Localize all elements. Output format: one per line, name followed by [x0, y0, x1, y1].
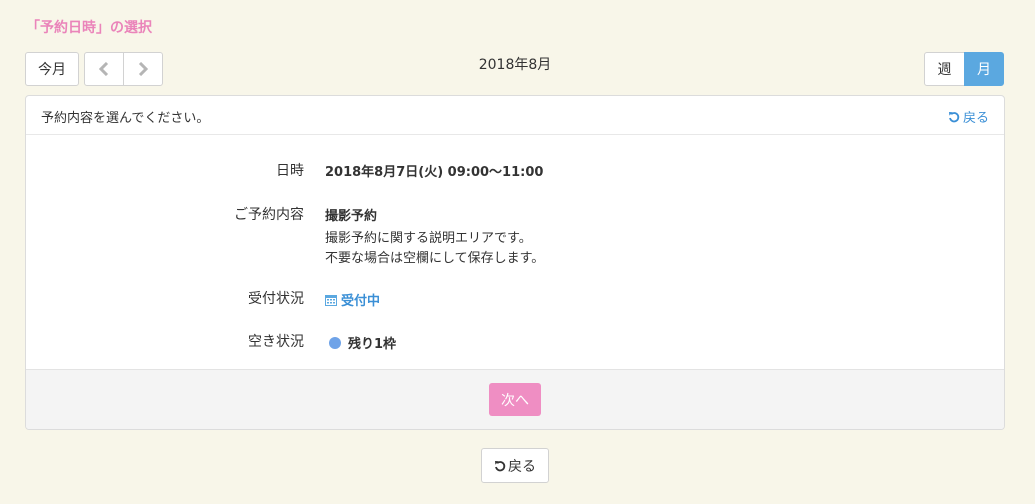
content-desc-line2: 不要な場合は空欄にして保存します。 — [325, 251, 545, 266]
calendar-toolbar: 今月 2018年8月 週 月 — [25, 52, 1005, 87]
instruction-text: 予約内容を選んでください。 — [41, 111, 210, 126]
month-view-button[interactable]: 月 — [964, 52, 1004, 86]
content-value: 撮影予約 撮影予約に関する説明エリアです。 不要な場合は空欄にして保存します。 — [325, 205, 544, 269]
datetime-label: 日時 — [276, 163, 304, 179]
reservation-panel: 予約内容を選んでください。 戻る 日時 2018年8月7日(火) 09:00〜1… — [25, 95, 1005, 430]
panel-footer: 次へ — [26, 369, 1004, 429]
panel-header: 予約内容を選んでください。 戻る — [26, 96, 1004, 135]
content-desc-line1: 撮影予約に関する説明エリアです。 — [325, 231, 532, 246]
next-button[interactable]: 次へ — [489, 383, 541, 416]
availability-value: 残り1枠 — [325, 333, 396, 352]
calendar-title: 2018年8月 — [478, 57, 552, 73]
availability-text: 残り1枠 — [348, 337, 397, 352]
back-button-label: 戻る — [508, 458, 536, 475]
datetime-value: 2018年8月7日(火) 09:00〜11:00 — [325, 165, 544, 180]
content-label: ご予約内容 — [234, 207, 304, 223]
status-label: 受付状況 — [248, 291, 304, 307]
undo-icon — [948, 111, 960, 123]
back-link[interactable]: 戻る — [948, 107, 989, 126]
back-button[interactable]: 戻る — [481, 448, 549, 483]
undo-icon — [494, 460, 506, 472]
availability-label: 空き状況 — [248, 334, 304, 350]
status-value: 受付中 — [325, 290, 380, 309]
week-view-button[interactable]: 週 — [924, 52, 965, 86]
calendar-icon — [325, 294, 337, 306]
page-title: 「予約日時」の選択 — [26, 20, 152, 36]
circle-dot-icon — [329, 336, 341, 349]
back-link-label: 戻る — [962, 111, 989, 126]
content-name: 撮影予約 — [325, 209, 378, 224]
status-text: 受付中 — [341, 294, 381, 309]
